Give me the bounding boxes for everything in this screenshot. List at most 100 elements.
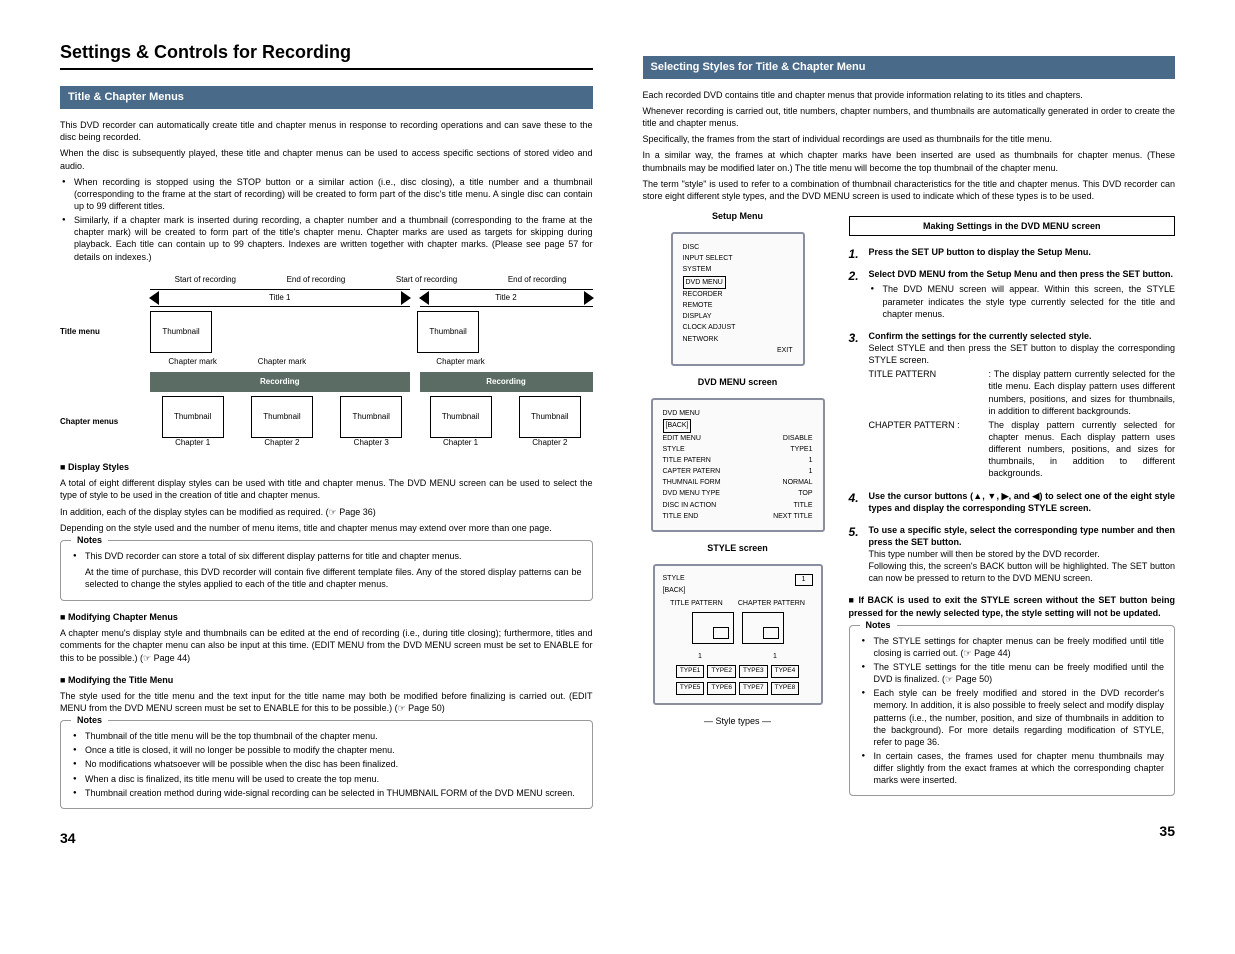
bullet-2: Similarly, if a chapter mark is inserted… <box>74 214 593 263</box>
dvd-item-7: DVD MENU TYPETOP <box>663 488 813 499</box>
title-2: Title 2 <box>495 293 517 304</box>
label-start-rec-2: Start of recording <box>371 275 482 286</box>
title-chapter-diagram: Start of recording End of recording Star… <box>60 275 593 449</box>
rn2: The STYLE settings for the title menu ca… <box>874 661 1165 685</box>
dvd-item-6: THUMNAIL FORMNORMAL <box>663 477 813 488</box>
style-footer: Style types <box>715 716 759 726</box>
page-left: Settings & Controls for Recording Title … <box>60 40 593 848</box>
mod-title-p: The style used for the title menu and th… <box>60 690 593 714</box>
setup-item-3: DVD MENU <box>683 276 793 289</box>
setup-item-6: DISPLAY <box>683 311 793 322</box>
title-1: Title 1 <box>269 293 291 304</box>
n2a: Thumbnail of the title menu will be the … <box>85 730 582 742</box>
label-end-rec: End of recording <box>261 275 372 286</box>
step-2: Select DVD MENU from the Setup Menu and … <box>849 268 1176 320</box>
note1b: At the time of purchase, this DVD record… <box>85 566 582 590</box>
style-type-8: TYPE8 <box>771 682 800 695</box>
style-type-3: TYPE3 <box>739 665 768 678</box>
style-type-4: TYPE4 <box>771 665 800 678</box>
n2b: Once a title is closed, it will no longe… <box>85 744 582 756</box>
rp5: The term "style" is used to refer to a c… <box>643 178 1176 202</box>
n2c: No modifications whatsoever will be poss… <box>85 758 582 770</box>
thumb-c2: Thumbnail <box>251 396 313 438</box>
section-title-right: Selecting Styles for Title & Chapter Men… <box>643 56 1176 79</box>
cm2: Chapter mark <box>258 357 306 368</box>
mod-title-heading: Modifying the Title Menu <box>60 674 593 686</box>
disp-p2: In addition, each of the display styles … <box>60 506 593 518</box>
dvd-item-5: CAPTER PATERN1 <box>663 466 813 477</box>
notes-box-right: Notes The STYLE settings for chapter men… <box>849 625 1176 797</box>
style-type-7: TYPE7 <box>739 682 768 695</box>
style-type-6: TYPE6 <box>707 682 736 695</box>
rp4: In a similar way, the frames at which ch… <box>643 149 1176 173</box>
page-number-right: 35 <box>643 822 1176 841</box>
label-start-rec: Start of recording <box>150 275 261 286</box>
style-screen-box: STYLE 1 [BACK] TITLE PATTERN CHAPTER PAT… <box>653 564 823 705</box>
setup-item-2: SYSTEM <box>683 264 793 275</box>
main-heading: Settings & Controls for Recording <box>60 40 593 70</box>
style-back: [BACK] <box>663 587 686 594</box>
setup-item-1: INPUT SELECT <box>683 253 793 264</box>
setup-item-7: CLOCK ADJUST <box>683 322 793 333</box>
step-4: Use the cursor buttons (▲, ▼, ▶, and ◀) … <box>849 490 1176 514</box>
label-end-rec-2: End of recording <box>482 275 593 286</box>
setup-item-0: DISC <box>683 242 793 253</box>
lbl-ch1b: Chapter 1 <box>443 438 478 449</box>
notes-label-2: Notes <box>71 714 108 726</box>
section-title-left: Title & Chapter Menus <box>60 86 593 109</box>
s5b: Following this, the screen's BACK button… <box>869 560 1176 584</box>
lbl-ch3: Chapter 3 <box>354 438 389 449</box>
dvd-caption: DVD MENU screen <box>643 376 833 388</box>
rp1: Each recorded DVD contains title and cha… <box>643 89 1176 101</box>
notes-label-r: Notes <box>860 619 897 631</box>
style-type-1: TYPE1 <box>676 665 705 678</box>
style-num: 1 <box>795 574 813 585</box>
lbl-ch2b: Chapter 2 <box>532 438 567 449</box>
s2a: The DVD MENU screen will appear. Within … <box>883 283 1176 319</box>
mod-chapter-p: A chapter menu's display style and thumb… <box>60 627 593 663</box>
step-3: Confirm the settings for the currently s… <box>849 330 1176 480</box>
step-5: To use a specific style, select the corr… <box>849 524 1176 585</box>
setup-item-5: REMOTE <box>683 300 793 311</box>
s3-tp-r: : The display pattern currently selected… <box>989 368 1176 417</box>
cm3: Chapter mark <box>436 357 484 368</box>
bullet-1: When recording is stopped using the STOP… <box>74 176 593 212</box>
disp-p3: Depending on the style used and the numb… <box>60 522 593 534</box>
notes-box-2: Notes Thumbnail of the title menu will b… <box>60 720 593 809</box>
rn4: In certain cases, the frames used for ch… <box>874 750 1165 786</box>
dvd-item-8: DISC IN ACTIONTITLE <box>663 500 813 511</box>
note1a: This DVD recorder can store a total of s… <box>85 550 582 562</box>
page-number-left: 34 <box>60 829 593 848</box>
dvd-item-4: TITLE PATERN1 <box>663 455 813 466</box>
rec-bar-2: Recording <box>420 372 593 392</box>
style-type-2: TYPE2 <box>707 665 736 678</box>
back-note: If BACK is used to exit the STYLE screen… <box>849 594 1176 618</box>
style-header: STYLE <box>663 574 685 585</box>
step-1: Press the SET UP button to display the S… <box>849 246 1176 258</box>
notes-box-1: Notes This DVD recorder can store a tota… <box>60 540 593 601</box>
thumb-c3: Thumbnail <box>340 396 402 438</box>
dvd-item-3: STYLETYPE1 <box>663 444 813 455</box>
dvd-item-2: EDIT MENUDISABLE <box>663 433 813 444</box>
s3-cp-r: The display pattern currently selected f… <box>989 419 1176 480</box>
style-type-5: TYPE5 <box>676 682 705 695</box>
s5a: This type number will then be stored by … <box>869 548 1176 560</box>
rn1: The STYLE settings for chapter menus can… <box>874 635 1165 659</box>
disp-p1: A total of eight different display style… <box>60 477 593 501</box>
s3-cp-l: CHAPTER PATTERN : <box>869 419 989 480</box>
setup-item-4: RECORDER <box>683 289 793 300</box>
setup-menu-box: DISCINPUT SELECTSYSTEMDVD MENURECORDERRE… <box>671 232 805 366</box>
dvd-item-0: DVD MENU <box>663 408 813 419</box>
s3-tp-l: TITLE PATTERN <box>869 368 989 417</box>
rp3: Specifically, the frames from the start … <box>643 133 1176 145</box>
cm1: Chapter mark <box>168 357 216 368</box>
page-right: Selecting Styles for Title & Chapter Men… <box>643 40 1176 848</box>
style-caption: STYLE screen <box>643 542 833 554</box>
dvd-item-1: [BACK] <box>663 419 813 432</box>
rn3: Each style can be freely modified and st… <box>874 687 1165 748</box>
rec-bar-1: Recording <box>150 372 410 392</box>
dvd-item-9: TITLE ENDNEXT TITLE <box>663 511 813 522</box>
mod-chapter-heading: Modifying Chapter Menus <box>60 611 593 623</box>
n2d: When a disc is finalized, its title menu… <box>85 773 582 785</box>
intro-1: This DVD recorder can automatically crea… <box>60 119 593 143</box>
